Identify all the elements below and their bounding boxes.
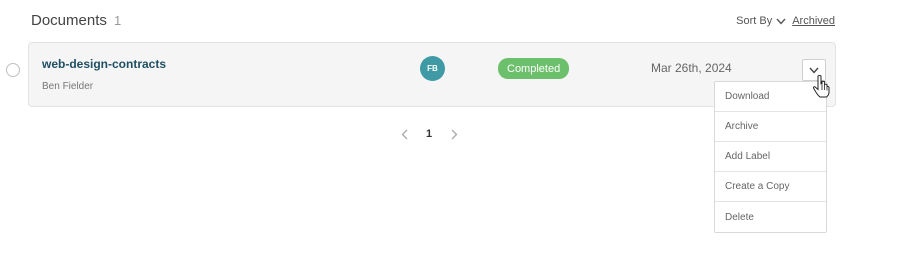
menu-item-download[interactable]: Download bbox=[715, 82, 826, 112]
status-badge: Completed bbox=[498, 58, 570, 79]
hand-cursor-icon bbox=[812, 74, 830, 98]
documents-title: Documents bbox=[31, 12, 107, 29]
row-actions-menu: Download Archive Add Label Create a Copy… bbox=[714, 81, 827, 233]
chevron-right-icon[interactable] bbox=[448, 129, 460, 140]
page-title: Documents 1 bbox=[31, 12, 121, 29]
row-select-radio[interactable] bbox=[6, 63, 20, 77]
documents-count: 1 bbox=[114, 13, 122, 28]
sort-controls: Sort By Archived bbox=[736, 15, 835, 27]
document-date: Mar 26th, 2024 bbox=[651, 61, 732, 75]
page-number[interactable]: 1 bbox=[426, 128, 432, 140]
menu-item-archive[interactable]: Archive bbox=[715, 112, 826, 142]
chevron-left-icon[interactable] bbox=[398, 129, 410, 140]
pagination: 1 bbox=[398, 128, 460, 140]
sort-by-label[interactable]: Sort By bbox=[736, 15, 772, 27]
document-owner: Ben Fielder bbox=[42, 81, 94, 92]
document-name[interactable]: web-design-contracts bbox=[42, 57, 166, 71]
chevron-down-icon[interactable] bbox=[776, 18, 786, 25]
menu-item-add-label[interactable]: Add Label bbox=[715, 142, 826, 172]
menu-item-create-copy[interactable]: Create a Copy bbox=[715, 172, 826, 202]
menu-item-delete[interactable]: Delete bbox=[715, 202, 826, 232]
avatar: FB bbox=[420, 56, 445, 81]
archived-link[interactable]: Archived bbox=[792, 15, 835, 27]
